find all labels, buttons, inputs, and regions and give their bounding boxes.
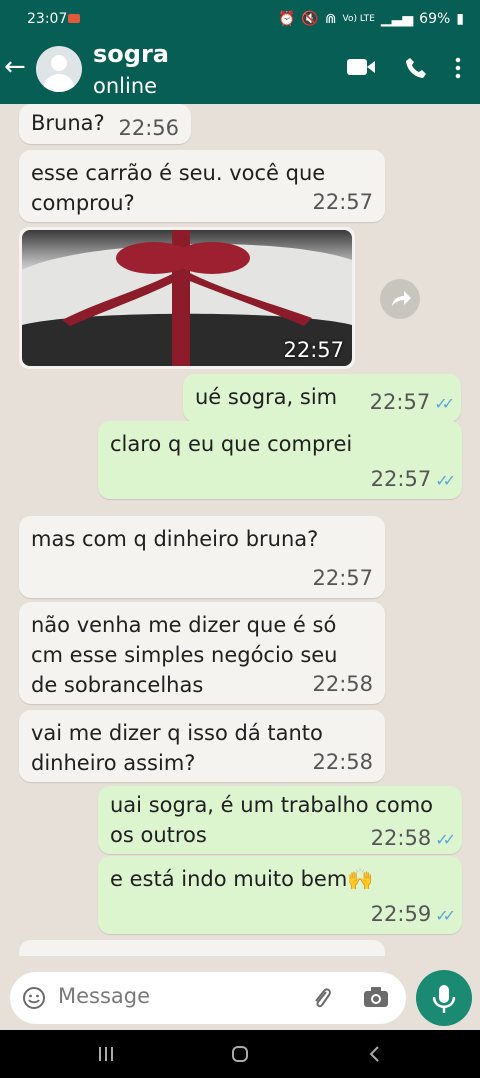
network-label: Vo) LTE (342, 14, 375, 24)
message-text: claro q eu que comprei (110, 432, 353, 456)
message-time: 22:58 (370, 826, 432, 850)
status-time: 23:07 (27, 11, 68, 27)
message-text: esse carrão é seu. você que comprou? (31, 161, 326, 215)
message-time: 22:57 (369, 390, 431, 414)
message-bubble[interactable]: ué sogra, sim 22:57 ✓✓ (183, 374, 461, 422)
car-gift-photo[interactable]: 22:57 (22, 230, 352, 366)
message-text: não venha me dizer que é só cm esse simp… (31, 613, 338, 697)
read-receipt-icon: ✓✓ (435, 906, 456, 925)
read-receipt-icon: ✓✓ (435, 471, 456, 490)
more-vertical-icon[interactable] (454, 56, 462, 80)
forward-icon[interactable] (380, 279, 420, 319)
message-time-wrap: 22:58 ✓✓ (370, 826, 456, 850)
avatar[interactable] (36, 46, 82, 92)
mute-icon: 🔇 (301, 11, 319, 27)
image-time: 22:57 (283, 338, 344, 362)
message-text: e está indo muito bem🙌 (110, 867, 374, 891)
camera-icon[interactable] (362, 985, 390, 1009)
message-time: 22:57 (370, 467, 432, 491)
home-icon[interactable] (231, 1045, 249, 1063)
arrow-left-icon[interactable]: ← (4, 52, 26, 82)
chat-header: ← sogra online (0, 38, 480, 104)
status-bar: 23:07 ⏰ 🔇 ⋒ Vo) LTE ▁▃▅ 69% ▮ (0, 0, 480, 38)
read-receipt-icon: ✓✓ (435, 830, 456, 849)
contact-status: online (93, 74, 158, 98)
message-bubble[interactable]: esse carrão é seu. você que comprou? 22:… (19, 150, 385, 222)
message-bubble[interactable]: uai sogra, é um trabalho como os outros … (98, 786, 462, 854)
message-text: ué sogra, sim (195, 385, 338, 409)
contact-name[interactable]: sogra (93, 40, 169, 68)
message-bubble[interactable]: não venha me dizer que é só cm esse simp… (19, 602, 385, 704)
message-time: 22:58 (312, 672, 373, 696)
message-time: 22:57 (312, 190, 373, 214)
chat-area[interactable]: Bruna? 22:56 esse carrão é seu. você que… (0, 104, 480, 956)
message-time: 22:58 (312, 750, 373, 774)
message-input-bar[interactable]: Message (10, 972, 406, 1024)
message-time-wrap: 22:57 ✓✓ (370, 467, 456, 491)
message-time: 22:57 (312, 566, 373, 590)
video-call-icon[interactable] (346, 56, 376, 78)
message-time: 22:59 (370, 902, 432, 926)
image-message[interactable]: 22:57 (19, 227, 355, 369)
emoji-icon[interactable] (22, 986, 46, 1010)
screen-record-icon (68, 14, 80, 23)
message-bubble[interactable]: e está indo muito bem🙌 22:59 ✓✓ (98, 856, 462, 934)
paperclip-icon[interactable] (310, 984, 334, 1012)
system-nav-bar (0, 1030, 480, 1078)
battery-text: 69% (419, 11, 451, 27)
back-nav-icon[interactable] (368, 1045, 380, 1063)
message-bubble[interactable]: mas com q dinheiro bruna? 22:57 (19, 516, 385, 598)
recent-apps-icon[interactable] (98, 1046, 114, 1062)
message-bubble[interactable]: claro q eu que comprei 22:57 ✓✓ (98, 421, 462, 499)
status-icons: ⏰ 🔇 ⋒ Vo) LTE ▁▃▅ 69% ▮ (278, 11, 464, 27)
wifi-icon: ⋒ (324, 11, 337, 27)
message-time: 22:56 (118, 116, 179, 140)
microphone-icon[interactable] (416, 970, 472, 1026)
signal-icon: ▁▃▅ (380, 11, 414, 27)
message-text: vai me dizer q isso dá tanto dinheiro as… (31, 721, 323, 775)
read-receipt-icon: ✓✓ (434, 394, 455, 413)
message-input[interactable]: Message (58, 984, 150, 1008)
phone-icon[interactable] (404, 56, 428, 80)
message-bubble-partial[interactable] (19, 940, 385, 956)
message-time-wrap: 22:57 ✓✓ (369, 390, 455, 414)
message-text: Bruna? (31, 111, 105, 135)
alarm-icon: ⏰ (277, 11, 296, 27)
message-bubble[interactable]: Bruna? 22:56 (19, 104, 191, 144)
message-time-wrap: 22:59 ✓✓ (370, 902, 456, 926)
battery-icon: ▮ (456, 11, 464, 27)
message-bubble[interactable]: vai me dizer q isso dá tanto dinheiro as… (19, 710, 385, 782)
message-text: mas com q dinheiro bruna? (31, 527, 319, 551)
